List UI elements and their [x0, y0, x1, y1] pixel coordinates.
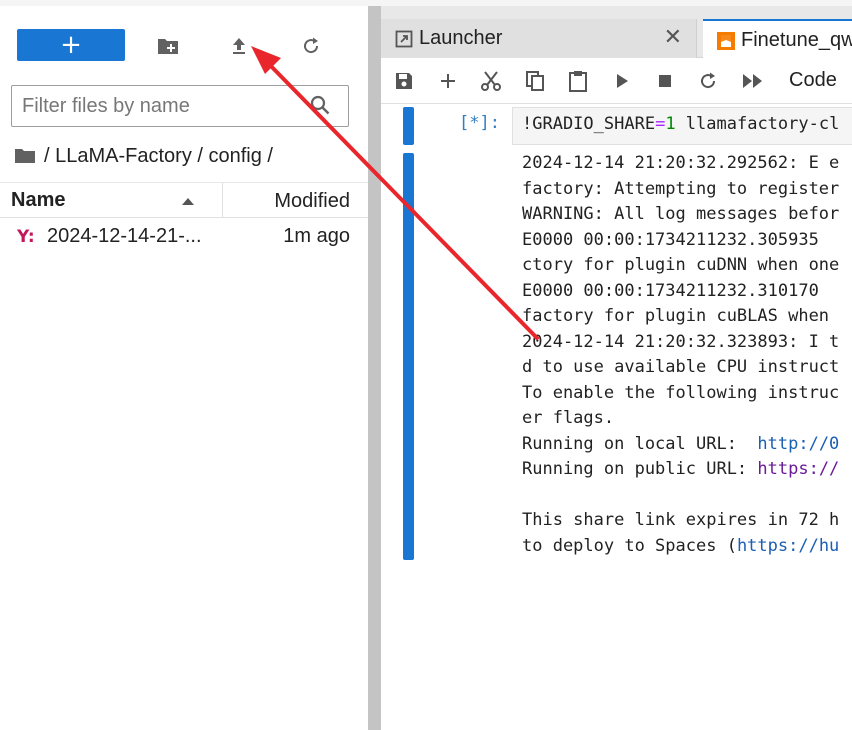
output-blank-line [522, 483, 852, 509]
tab-launcher[interactable]: Launcher ✕ [381, 19, 697, 59]
output-line: E0000 00:00:1734211232.310170 [522, 280, 819, 301]
new-folder-icon[interactable] [154, 32, 182, 60]
notebook-toolbar: Code [381, 58, 852, 104]
code-token: !GRADIO_SHARE [522, 114, 656, 134]
launcher-icon [395, 30, 413, 53]
output-line: This share link expires in 72 h [522, 510, 840, 530]
file-browser: + / [0, 6, 368, 730]
file-list-header: Name Modified [0, 182, 368, 218]
output-line: d to use available CPU instruct [522, 357, 840, 377]
column-divider[interactable] [222, 183, 223, 218]
output-line: E0000 00:00:1734211232.305935 [522, 229, 819, 250]
output-line: factory: Attempting to register [522, 178, 840, 199]
filter-files-input-wrapper [11, 85, 349, 127]
add-cell-icon[interactable] [437, 70, 459, 92]
cut-icon[interactable] [480, 70, 502, 92]
public-url-link[interactable]: https:// [757, 459, 839, 479]
code-token: llamafactory-cl [675, 114, 840, 134]
code-number: 1 [665, 114, 676, 134]
panel-splitter[interactable] [368, 6, 381, 730]
folder-icon[interactable] [14, 147, 36, 165]
code-operator: = [655, 114, 666, 134]
output-line: ctory for plugin cuDNN when one [522, 255, 840, 275]
yaml-file-icon: Y: [17, 227, 35, 247]
tab-label: Finetune_qw [741, 29, 852, 51]
output-line: WARNING: All log messages befor [522, 204, 840, 224]
new-launcher-button[interactable]: + [17, 29, 125, 61]
output-line: 2024-12-14 21:20:32.292562: E e [522, 153, 840, 173]
output-line: 2024-12-14 21:20:32.323893: I t [522, 331, 840, 352]
output-line: factory for plugin cuBLAS when [522, 306, 830, 326]
cell-collapser-input[interactable] [403, 107, 414, 145]
deploy-prefix: to deploy to Spaces ( [522, 535, 737, 556]
refresh-icon[interactable] [297, 32, 325, 60]
file-list-item[interactable]: Y: 2024-12-14-21-... 1m ago [0, 222, 368, 254]
plus-label: + [60, 30, 82, 60]
restart-kernel-icon[interactable] [697, 70, 719, 92]
local-url-line: Running on local URL: http://0 [522, 432, 852, 458]
cell-collapser-output[interactable] [403, 153, 414, 560]
close-icon[interactable]: ✕ [664, 25, 682, 50]
deploy-url-link[interactable]: https://hu [737, 536, 839, 556]
save-icon[interactable] [393, 70, 415, 92]
file-name: 2024-12-14-21-... [47, 225, 202, 247]
upload-icon[interactable] [225, 32, 253, 60]
paste-icon[interactable] [567, 70, 589, 92]
search-icon [310, 95, 330, 120]
code-cell-editor[interactable]: !GRADIO_SHARE=1 llamafactory-cl [512, 107, 852, 145]
tab-label: Launcher [419, 27, 503, 49]
filter-files-input[interactable] [22, 86, 302, 126]
breadcrumb-path[interactable]: / LLaMA-Factory / config / [44, 145, 273, 168]
public-url-line: Running on public URL: https:// [522, 457, 852, 483]
copy-icon[interactable] [524, 70, 546, 92]
notebook-icon [717, 32, 735, 55]
deploy-line: to deploy to Spaces (https://hu [522, 534, 852, 560]
cell-prompt: [*]: [459, 113, 500, 133]
column-modified-header[interactable]: Modified [274, 190, 350, 213]
public-url-label: Running on public URL: [522, 459, 758, 479]
tab-notebook[interactable]: Finetune_qw [703, 19, 852, 59]
stop-icon[interactable] [654, 70, 676, 92]
run-icon[interactable] [611, 70, 633, 92]
output-line: To enable the following instruc [522, 382, 840, 403]
breadcrumb: / LLaMA-Factory / config / [14, 142, 273, 170]
column-name-header[interactable]: Name [11, 189, 65, 212]
sort-ascending-icon [182, 198, 194, 205]
cell-output: 2024-12-14 21:20:32.292562: E e factory:… [522, 151, 852, 561]
output-line: er flags. [522, 408, 615, 428]
code-line: !GRADIO_SHARE=1 llamafactory-cl [522, 114, 839, 134]
tab-bar: Launcher ✕ Finetune_qw [381, 6, 852, 59]
local-url-label: Running on local URL: [522, 433, 758, 454]
local-url-link[interactable]: http://0 [757, 434, 839, 454]
file-modified: 1m ago [283, 225, 350, 247]
cell-type-select[interactable]: Code [789, 69, 837, 92]
fast-forward-icon[interactable] [742, 70, 764, 92]
